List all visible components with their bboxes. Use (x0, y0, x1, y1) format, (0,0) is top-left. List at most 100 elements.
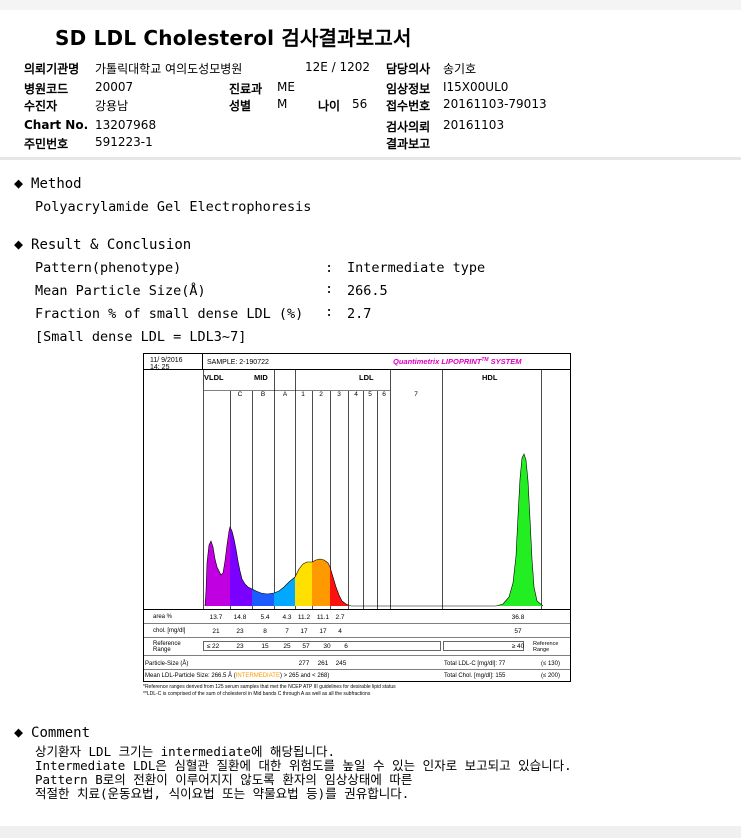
area-ldl3: 2.7 (335, 614, 344, 621)
ref-ldl1: 57 (302, 643, 310, 650)
chol-mid-a: 7 (285, 628, 289, 635)
row-label-chol: chol. [mg/dl] (153, 628, 186, 634)
clinical-info-value: I15X00UL0 (443, 80, 509, 94)
result-heading-text: Result & Conclusion (31, 237, 192, 253)
chol-hdl: 57 (514, 628, 522, 635)
particle-values: 277 261 245 (299, 660, 347, 667)
area-mid-b: 5.4 (260, 614, 269, 621)
trace-ldl-2 (312, 559, 330, 606)
particle-ldl3: 245 (336, 660, 347, 667)
department-value: ME (277, 80, 295, 94)
result-note: [Small dense LDL = LDL3~7] (35, 329, 247, 345)
result-heading: ◆ Result & Conclusion (14, 235, 191, 253)
ref-vldl: ≤ 22 (207, 643, 220, 650)
chol-ldl3: 4 (338, 628, 342, 635)
particle-ldl2: 261 (318, 660, 329, 667)
result-value-pattern: Intermediate type (347, 260, 486, 276)
row-label-area: area % (153, 614, 173, 620)
report-title: SD LDL Cholesterol 검사결과보고서 (55, 26, 412, 50)
examinee-label: 수진자 (24, 99, 58, 113)
ref-mid-a: 25 (283, 643, 291, 650)
region-label-ldl: LDL (359, 373, 374, 382)
comment-line-4: 적절한 치료(운동요법, 식이요법 또는 약물요법 등)를 권유합니다. (35, 786, 410, 801)
total-ldl-ref: (≤ 130) (541, 661, 560, 667)
method-heading-text: Method (31, 176, 82, 192)
comment-line-1: 상기환자 LDL 크기는 intermediate에 해당됩니다. (35, 744, 336, 759)
mean-ldl-highlight: INTERMEDIATE (236, 673, 280, 679)
doctor-value: 송기호 (443, 62, 477, 76)
method-heading: ◆ Method (14, 174, 82, 192)
total-ldl: Total LDL-C [mg/dl]: 77 (444, 661, 506, 667)
result-sep-size: : (325, 281, 334, 297)
comment-line-2: Intermediate LDL은 심혈관 질환에 대한 위험도를 높일 수 있… (35, 758, 572, 773)
chart-brand-suffix: SYSTEM (489, 357, 523, 366)
ref-hdl: ≥ 40 (512, 643, 525, 650)
region-label-vldl: VLDL (204, 373, 224, 382)
area-ldl1: 11.2 (298, 614, 311, 621)
diamond-bullet-icon: ◆ (14, 235, 24, 253)
doctor-label: 담당의사 (386, 62, 431, 76)
result-label-fraction: Fraction % of small dense LDL (%) (35, 306, 304, 322)
clinical-info-label: 임상정보 (386, 82, 431, 96)
top-band (0, 0, 741, 10)
region-label-mid: MID (254, 373, 268, 382)
lipoprint-chart: 11/ 9/2016 14: 25 SAMPLE: 2-190722 Quant… (141, 351, 573, 697)
particle-ldl1: 277 (299, 660, 310, 667)
result-report-label: 결과보고 (386, 137, 431, 151)
mean-ldl-suffix: ) > 265 and < 268) (280, 673, 329, 679)
comment-heading: ◆ Comment (14, 723, 90, 741)
result-value-size: 266.5 (347, 283, 388, 299)
hospital-code-value: 20007 (95, 80, 134, 94)
resident-no-value: 591223-1 (95, 135, 153, 149)
request-date-label: 검사의뢰 (386, 120, 431, 134)
chart-no-label: Chart No. (24, 118, 89, 132)
diamond-bullet-icon: ◆ (14, 723, 24, 741)
receipt-no-value: 20161103-79013 (443, 97, 547, 111)
region-label-hdl: HDL (482, 373, 498, 382)
sex-label: 성별 (229, 99, 252, 113)
request-date-value: 20161103 (443, 118, 505, 132)
band-label-3: 3 (337, 391, 341, 398)
comment-heading-text: Comment (31, 725, 91, 741)
chart-brand-label: Quantimetrix LIPOPRINTTM SYSTEM (393, 357, 522, 366)
mean-ldl-size: Mean LDL-Particle Size: 266.5 Å (INTERME… (145, 672, 329, 679)
area-mid-c: 14.8 (234, 614, 247, 621)
chart-sample-label: SAMPLE: 2-190722 (207, 359, 269, 366)
band-label-1: 1 (301, 391, 305, 398)
bottom-band (0, 826, 741, 838)
footnote-2: **LDL-C is comprised of the sum of chole… (143, 691, 371, 697)
band-label-4: 4 (354, 391, 358, 398)
chart-brand: Quantimetrix LIPOPRINT (393, 357, 483, 366)
mean-ldl-prefix: Mean LDL-Particle Size: 266.5 Å ( (145, 672, 236, 679)
lipoprint-chart-svg: 11/ 9/2016 14: 25 SAMPLE: 2-190722 Quant… (141, 351, 573, 697)
ward-value: 12E / 1202 (305, 60, 371, 74)
band-label-5: 5 (368, 391, 372, 398)
band-label-b: B (261, 391, 265, 398)
institution-value: 가톨릭대학교 여의도성모병원 (95, 62, 243, 76)
band-label-c: C (238, 391, 243, 398)
receipt-no-label: 접수번호 (386, 99, 431, 113)
ref-mid-c: 23 (236, 643, 244, 650)
header-divider (0, 157, 741, 160)
result-value-fraction: 2.7 (347, 306, 372, 322)
chol-vldl: 21 (212, 628, 220, 635)
footnote-1: *Reference ranges derived from 125 serum… (143, 684, 396, 690)
comment-line-3: Pattern B로의 전환이 이루어지지 않도록 환자의 임상상태에 따른 (35, 772, 413, 787)
band-label-6: 6 (382, 391, 386, 398)
total-chol-ref: (≤ 200) (541, 673, 560, 679)
ref-mid-b: 15 (261, 643, 269, 650)
chol-mid-c: 23 (236, 628, 244, 635)
band-label-2: 2 (319, 391, 323, 398)
area-hdl: 36.8 (512, 614, 525, 621)
sex-value: M (277, 97, 288, 111)
chol-ldl2: 17 (319, 628, 327, 635)
chol-ldl1: 17 (300, 628, 308, 635)
area-vldl: 13.7 (210, 614, 223, 621)
ref-ldl3: 6 (344, 643, 348, 650)
ref-ldl2: 30 (323, 643, 331, 650)
band-label-a: A (283, 391, 288, 398)
examinee-value: 강용남 (95, 99, 129, 113)
result-label-pattern: Pattern(phenotype) (35, 260, 182, 276)
area-mid-a: 4.3 (282, 614, 291, 621)
total-chol: Total Chol. [mg/dl]: 155 (444, 673, 506, 679)
